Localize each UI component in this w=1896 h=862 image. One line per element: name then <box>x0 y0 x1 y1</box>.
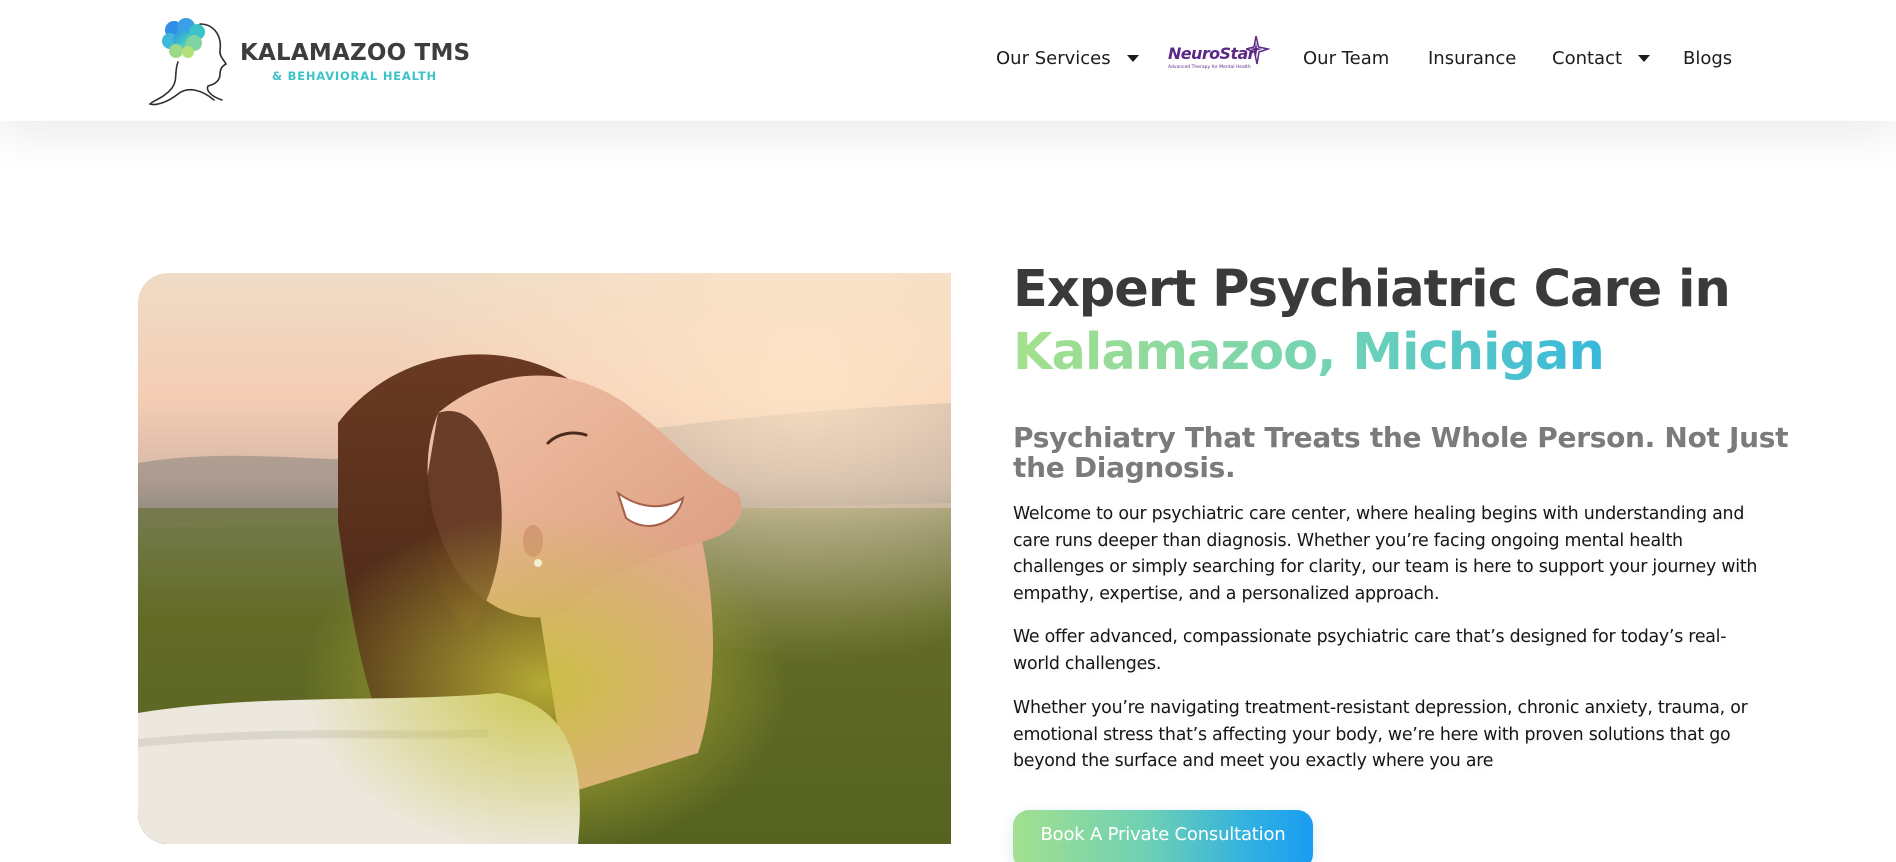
nav-label: Insurance <box>1428 47 1517 69</box>
hero-photo <box>138 273 951 844</box>
neurostar-tagline: Advanced Therapy for Mental Health <box>1168 65 1251 70</box>
nav-our-services[interactable]: Our Services <box>996 44 1139 72</box>
neurostar-wordmark: NeuroStar <box>1168 44 1256 63</box>
nav-label: Contact <box>1552 47 1623 69</box>
book-consultation-button[interactable]: Book A Private Consultation <box>1013 810 1313 862</box>
nav-label: Blogs <box>1683 47 1733 69</box>
hero-headline: Expert Psychiatric Care in Kalamazoo, Mi… <box>1013 258 1853 384</box>
nav-contact[interactable]: Contact <box>1552 44 1651 72</box>
nav-insurance[interactable]: Insurance <box>1428 44 1516 72</box>
nav-label: Our Team <box>1303 47 1390 69</box>
hero-image <box>138 273 951 844</box>
nav-our-team[interactable]: Our Team <box>1303 44 1389 72</box>
headline-line-2: Kalamazoo, Michigan <box>1013 321 1853 384</box>
headline-line-1: Expert Psychiatric Care in <box>1013 260 1731 319</box>
nav-neurostar-logo[interactable]: NeuroStar Advanced Therapy for Mental He… <box>1166 32 1270 76</box>
hero-paragraph-3: Whether you’re navigating treatment-resi… <box>1013 698 1748 771</box>
site-header: KALAMAZOO TMS & BEHAVIORAL HEALTH Our Se… <box>0 0 1896 121</box>
site-logo[interactable]: KALAMAZOO TMS & BEHAVIORAL HEALTH <box>148 14 470 110</box>
nav-blogs[interactable]: Blogs <box>1683 44 1732 72</box>
hero-paragraph-1: Welcome to our psychiatric care center, … <box>1013 504 1758 604</box>
nav-label: Our Services <box>996 47 1111 69</box>
logo-tagline: & BEHAVIORAL HEALTH <box>272 69 437 83</box>
star-icon <box>1246 35 1270 65</box>
brain-head-logo-icon <box>148 18 228 106</box>
hero-paragraph-2: We offer advanced, compassionate psychia… <box>1013 627 1727 674</box>
caret-down-icon <box>1638 54 1651 62</box>
caret-down-icon <box>1126 54 1139 62</box>
hero-subheadline: Psychiatry That Treats the Whole Person.… <box>1013 421 1789 484</box>
logo-title: KALAMAZOO TMS <box>240 40 471 66</box>
